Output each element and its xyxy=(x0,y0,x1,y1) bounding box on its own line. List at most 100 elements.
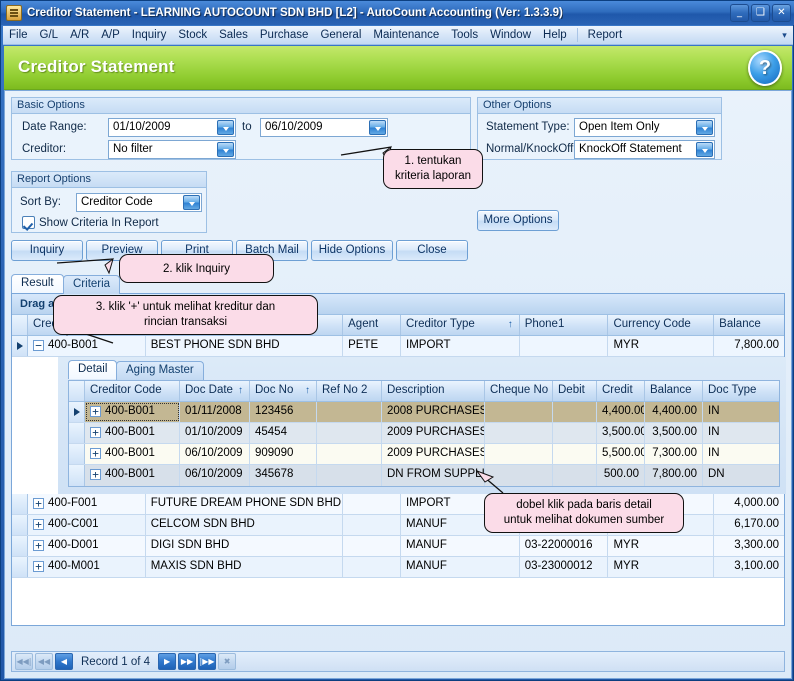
normal-knockoff-label: Normal/KnockOff: xyxy=(486,143,577,155)
menu-item-general[interactable]: General xyxy=(314,28,367,42)
column-header-creditor-code[interactable]: Creditor Code xyxy=(85,381,180,401)
menu-item-purchase[interactable]: Purchase xyxy=(254,28,315,42)
hide-options-button[interactable]: Hide Options xyxy=(311,240,393,261)
collapse-icon[interactable]: − xyxy=(33,340,44,351)
column-label: Doc Date xyxy=(185,384,233,396)
menu-item-help[interactable]: Help xyxy=(537,28,573,42)
first-record-button[interactable]: ◀◀| xyxy=(15,653,33,670)
chevron-down-icon[interactable]: ▾ xyxy=(778,28,791,43)
table-row[interactable]: +400-B001 06/10/2009 345678 DN FROM SUPP… xyxy=(69,465,779,486)
menu-item-maintenance[interactable]: Maintenance xyxy=(367,28,445,42)
normal-knockoff-select[interactable]: KnockOff Statement xyxy=(574,140,715,159)
menu-item-inquiry[interactable]: Inquiry xyxy=(126,28,173,42)
statement-type-select[interactable]: Open Item Only xyxy=(574,118,715,137)
table-row[interactable]: +400-B001 01/10/2009 45454 2009 PURCHASE… xyxy=(69,423,779,444)
cell-creditor-code[interactable]: +400-B001 xyxy=(85,402,180,422)
show-criteria-label: Show Criteria In Report xyxy=(39,217,159,229)
column-header-doc-date[interactable]: Doc Date ↑ xyxy=(180,381,250,401)
date-to-input[interactable]: 06/10/2009 xyxy=(260,118,388,137)
column-header-phone1[interactable]: Phone1 xyxy=(520,315,609,335)
creditor-filter-select[interactable]: No filter xyxy=(108,140,236,159)
cell-credit: 500.00 xyxy=(597,465,645,486)
cell-agent xyxy=(343,494,401,514)
cell-creditor-code[interactable]: +400-F001 xyxy=(28,494,146,514)
expand-icon[interactable]: + xyxy=(90,448,101,459)
column-label: Currency Code xyxy=(613,318,691,330)
more-options-button[interactable]: More Options xyxy=(477,210,559,231)
expand-icon[interactable]: + xyxy=(33,519,44,530)
menu-item-stock[interactable]: Stock xyxy=(172,28,213,42)
chevron-down-icon[interactable] xyxy=(369,120,386,135)
sort-by-select[interactable]: Creditor Code xyxy=(76,193,202,212)
date-to-value: 06/10/2009 xyxy=(265,121,323,133)
callout-step-2: 2. klik Inquiry xyxy=(119,254,274,283)
column-header-doc-type[interactable]: Doc Type xyxy=(703,381,764,401)
cell-description: 2009 PURCHASES xyxy=(382,423,485,443)
chevron-down-icon[interactable] xyxy=(217,142,234,157)
cell-doc-date: 06/10/2009 xyxy=(180,444,250,464)
column-header-doc-no[interactable]: Doc No ↑ xyxy=(250,381,317,401)
last-record-button[interactable]: |▶▶ xyxy=(198,653,217,670)
row-indicator xyxy=(69,444,85,464)
maximize-button[interactable]: ❑ xyxy=(751,4,770,22)
previous-record-button[interactable]: ◀ xyxy=(55,653,73,670)
column-header-ref-no-2[interactable]: Ref No 2 xyxy=(317,381,382,401)
expand-icon[interactable]: + xyxy=(90,427,101,438)
table-row[interactable]: +400-D001 DIGI SDN BHD MANUF 03-22000016… xyxy=(12,536,784,557)
help-icon[interactable]: ? xyxy=(748,50,782,86)
menu-item-window[interactable]: Window xyxy=(484,28,537,42)
next-record-button[interactable]: ▶ xyxy=(158,653,177,670)
chevron-down-icon[interactable] xyxy=(217,120,234,135)
menu-item-ar[interactable]: A/R xyxy=(64,28,95,42)
cell-description: 2009 PURCHASES xyxy=(382,444,485,464)
chevron-down-icon[interactable] xyxy=(696,120,713,135)
cell-creditor-code[interactable]: +400-C001 xyxy=(28,515,146,535)
tab-detail[interactable]: Detail xyxy=(68,360,118,379)
menu-item-tools[interactable]: Tools xyxy=(445,28,484,42)
menu-item-ap[interactable]: A/P xyxy=(95,28,126,42)
expand-icon[interactable]: + xyxy=(90,469,101,480)
chevron-down-icon[interactable] xyxy=(183,195,200,210)
expand-icon[interactable]: + xyxy=(90,406,101,417)
cell-credit: 5,500.00 xyxy=(597,444,645,464)
sort-ascending-icon: ↑ xyxy=(305,385,310,396)
expand-icon[interactable]: + xyxy=(33,540,44,551)
cell-creditor-code[interactable]: +400-D001 xyxy=(28,536,146,556)
cell-creditor-code[interactable]: +400-B001 xyxy=(85,465,180,486)
close-button-toolbar[interactable]: Close xyxy=(396,240,468,261)
menu-item-sales[interactable]: Sales xyxy=(213,28,254,42)
date-from-input[interactable]: 01/10/2009 xyxy=(108,118,236,137)
menu-item-gl[interactable]: G/L xyxy=(34,28,65,42)
menu-item-report[interactable]: Report xyxy=(582,28,629,42)
next-page-button[interactable]: ▶▶ xyxy=(178,653,197,670)
table-row[interactable]: +400-M001 MAXIS SDN BHD MANUF 03-2300001… xyxy=(12,557,784,578)
expand-icon[interactable]: + xyxy=(33,561,44,572)
column-header-balance[interactable]: Balance xyxy=(645,381,703,401)
cell-balance: 7,800.00 xyxy=(645,465,703,486)
cell-creditor-code[interactable]: +400-B001 xyxy=(85,444,180,464)
column-header-agent[interactable]: Agent xyxy=(343,315,401,335)
show-criteria-checkbox[interactable] xyxy=(22,216,35,229)
menu-item-file[interactable]: File xyxy=(3,28,34,42)
table-row[interactable]: +400-B001 01/11/2008 123456 2008 PURCHAS… xyxy=(69,402,779,423)
column-header-cheque-no[interactable]: Cheque No xyxy=(485,381,553,401)
previous-page-button[interactable]: ◀◀ xyxy=(35,653,53,670)
cell-doc-no: 909090 xyxy=(250,444,317,464)
cancel-edit-button[interactable]: ✖ xyxy=(218,653,237,670)
column-header-currency-code[interactable]: Currency Code xyxy=(608,315,715,335)
chevron-down-icon[interactable] xyxy=(696,142,713,157)
column-header-creditor-type[interactable]: Creditor Type ↑ xyxy=(401,315,520,335)
cell-balance: 6,170.00 xyxy=(734,518,779,530)
table-row[interactable]: +400-B001 06/10/2009 909090 2009 PURCHAS… xyxy=(69,444,779,465)
cell-creditor-code[interactable]: +400-B001 xyxy=(85,423,180,443)
minimize-button[interactable]: _ xyxy=(730,4,749,22)
tab-aging-master[interactable]: Aging Master xyxy=(116,361,204,380)
column-header-debit[interactable]: Debit xyxy=(553,381,597,401)
cell-creditor-code[interactable]: +400-M001 xyxy=(28,557,146,577)
column-header-credit[interactable]: Credit xyxy=(597,381,645,401)
column-header-balance[interactable]: Balance xyxy=(714,315,784,335)
cell-text: 400-C001 xyxy=(48,518,99,530)
expand-icon[interactable]: + xyxy=(33,498,44,509)
close-button[interactable]: ✕ xyxy=(772,4,791,22)
column-header-description[interactable]: Description xyxy=(382,381,485,401)
